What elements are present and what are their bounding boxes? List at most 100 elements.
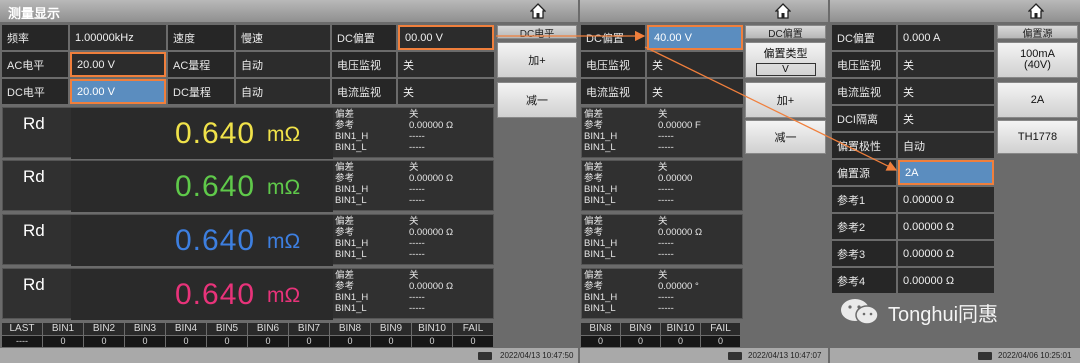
- param-field[interactable]: 自动: [236, 52, 330, 77]
- param-label: 电压监视: [581, 52, 645, 77]
- mini-label: BIN1_L: [335, 303, 367, 314]
- param-field[interactable]: 关: [398, 52, 494, 77]
- mini-value: 关: [409, 270, 419, 281]
- param-field[interactable]: 自动: [898, 133, 994, 158]
- readout-unit: mΩ: [267, 230, 301, 253]
- param-field[interactable]: 自动: [236, 79, 330, 104]
- param-field[interactable]: 00.00 V: [398, 25, 494, 50]
- increase-button[interactable]: 加+: [497, 42, 577, 78]
- mini-value: -----: [409, 292, 425, 303]
- home-icon[interactable]: [530, 3, 546, 19]
- mini-label: BIN1_H: [584, 131, 618, 142]
- bin-count: 0: [453, 336, 493, 347]
- panel1-title: 测量显示: [8, 6, 61, 21]
- param-field[interactable]: 慢速: [236, 25, 330, 50]
- param-field[interactable]: 0.00000 Ω: [898, 214, 994, 239]
- mini-value: -----: [658, 184, 674, 195]
- decrease-button[interactable]: 减一: [745, 120, 826, 154]
- mini-value: 关: [409, 216, 419, 227]
- mini-value: 关: [658, 162, 668, 173]
- increase-button[interactable]: 加+: [745, 82, 826, 118]
- mini-value: 0.00000 Ω: [409, 227, 454, 238]
- readout-value: 0.640: [175, 117, 256, 150]
- param-field[interactable]: 20.00 V: [70, 79, 166, 104]
- bias-source-th1778-button[interactable]: TH1778: [997, 120, 1078, 154]
- mini-value: -----: [658, 142, 674, 153]
- param-label: DC偏置: [332, 25, 396, 50]
- bias-source-2a-button[interactable]: 2A: [997, 82, 1078, 118]
- bin-count: 0: [581, 336, 620, 347]
- param-label: 参考1: [832, 187, 896, 212]
- mini-label: 偏差: [335, 162, 355, 173]
- param-field[interactable]: 关: [898, 79, 994, 104]
- bin-header: BIN10: [412, 323, 452, 335]
- param-label: 速度: [168, 25, 234, 50]
- bin-count: 0: [289, 336, 329, 347]
- param-field[interactable]: 1.00000kHz: [70, 25, 166, 50]
- panel2-status-bar: 2022/04/13 10:47:07: [580, 348, 828, 363]
- mini-value: -----: [658, 195, 674, 206]
- param-label: AC量程: [168, 52, 234, 77]
- mini-label: 偏差: [584, 162, 604, 173]
- param-field[interactable]: 关: [647, 79, 743, 104]
- param-field[interactable]: 0.000 A: [898, 25, 994, 50]
- readout-unit: mΩ: [267, 284, 301, 307]
- mini-label: BIN1_H: [584, 238, 618, 249]
- bias-type-button[interactable]: 偏置类型 V: [745, 42, 826, 78]
- mini-label: 偏差: [335, 216, 355, 227]
- mini-label: BIN1_L: [584, 249, 616, 260]
- readout-label: Rd: [23, 275, 45, 294]
- mini-label: 参考: [584, 173, 604, 184]
- readout-label: Rd: [23, 221, 45, 240]
- bin-count: 0: [125, 336, 165, 347]
- softkey-header-bias-source: 偏置源: [997, 25, 1078, 40]
- panel2-title-bar: [580, 0, 828, 22]
- bin-header: LAST: [2, 323, 42, 335]
- decrease-button[interactable]: 减一: [497, 82, 577, 118]
- panel1-timestamp: 2022/04/13 10:47:50: [500, 351, 574, 360]
- mini-value: -----: [409, 249, 425, 260]
- param-field[interactable]: 关: [898, 52, 994, 77]
- bin-count: 0: [412, 336, 452, 347]
- param-label: 参考3: [832, 241, 896, 266]
- home-icon[interactable]: [775, 3, 791, 19]
- mini-value: 关: [658, 216, 668, 227]
- param-field[interactable]: 0.00000 Ω: [898, 187, 994, 212]
- mini-value: -----: [409, 142, 425, 153]
- bias-source-100ma-button[interactable]: 100mA (40V): [997, 42, 1078, 78]
- bin-header: BIN4: [166, 323, 206, 335]
- param-label: 电压监视: [832, 52, 896, 77]
- usb-icon: [978, 352, 992, 360]
- measurement-readout: Rd 0.640 mΩ 偏差 关参考 0.00000 Ω BIN1_H ----- BIN1_L…: [2, 160, 494, 212]
- mini-label: BIN1_L: [335, 195, 367, 206]
- readout-label: Rd: [23, 167, 45, 186]
- param-field[interactable]: 关: [898, 106, 994, 131]
- mini-value: 0.00000 Ω: [409, 120, 454, 131]
- mini-value: 0.00000 °: [658, 281, 699, 292]
- measurement-readout: Rd 0.640 mΩ 偏差 关参考 0.00000 Ω BIN1_H ----- BIN1_L…: [2, 107, 494, 159]
- mini-label: 参考: [584, 281, 604, 292]
- param-field[interactable]: 2A: [898, 160, 994, 185]
- mini-value: 关: [658, 109, 668, 120]
- param-field[interactable]: 20.00 V: [70, 52, 166, 77]
- param-field[interactable]: 关: [647, 52, 743, 77]
- mini-label: 参考: [335, 120, 355, 131]
- mini-value: 关: [409, 109, 419, 120]
- wechat-icon: [841, 299, 879, 325]
- mini-value: -----: [409, 131, 425, 142]
- param-field[interactable]: 关: [398, 79, 494, 104]
- param-field[interactable]: 0.00000 Ω: [898, 241, 994, 266]
- readout-value-area: 0.640 mΩ: [71, 161, 333, 212]
- mini-value: -----: [409, 303, 425, 314]
- bin-header: BIN3: [125, 323, 165, 335]
- param-field[interactable]: 0.00000 Ω: [898, 268, 994, 293]
- mini-label: 参考: [335, 281, 355, 292]
- readout-value-area: 0.640 mΩ: [71, 269, 333, 320]
- home-icon[interactable]: [1028, 3, 1044, 19]
- mini-value: 0.00000 F: [658, 120, 701, 131]
- mini-value: -----: [409, 238, 425, 249]
- mini-value: 0.00000 Ω: [409, 281, 454, 292]
- param-field[interactable]: 40.00 V: [647, 25, 743, 50]
- mini-value: -----: [658, 249, 674, 260]
- bin-count: 0: [330, 336, 370, 347]
